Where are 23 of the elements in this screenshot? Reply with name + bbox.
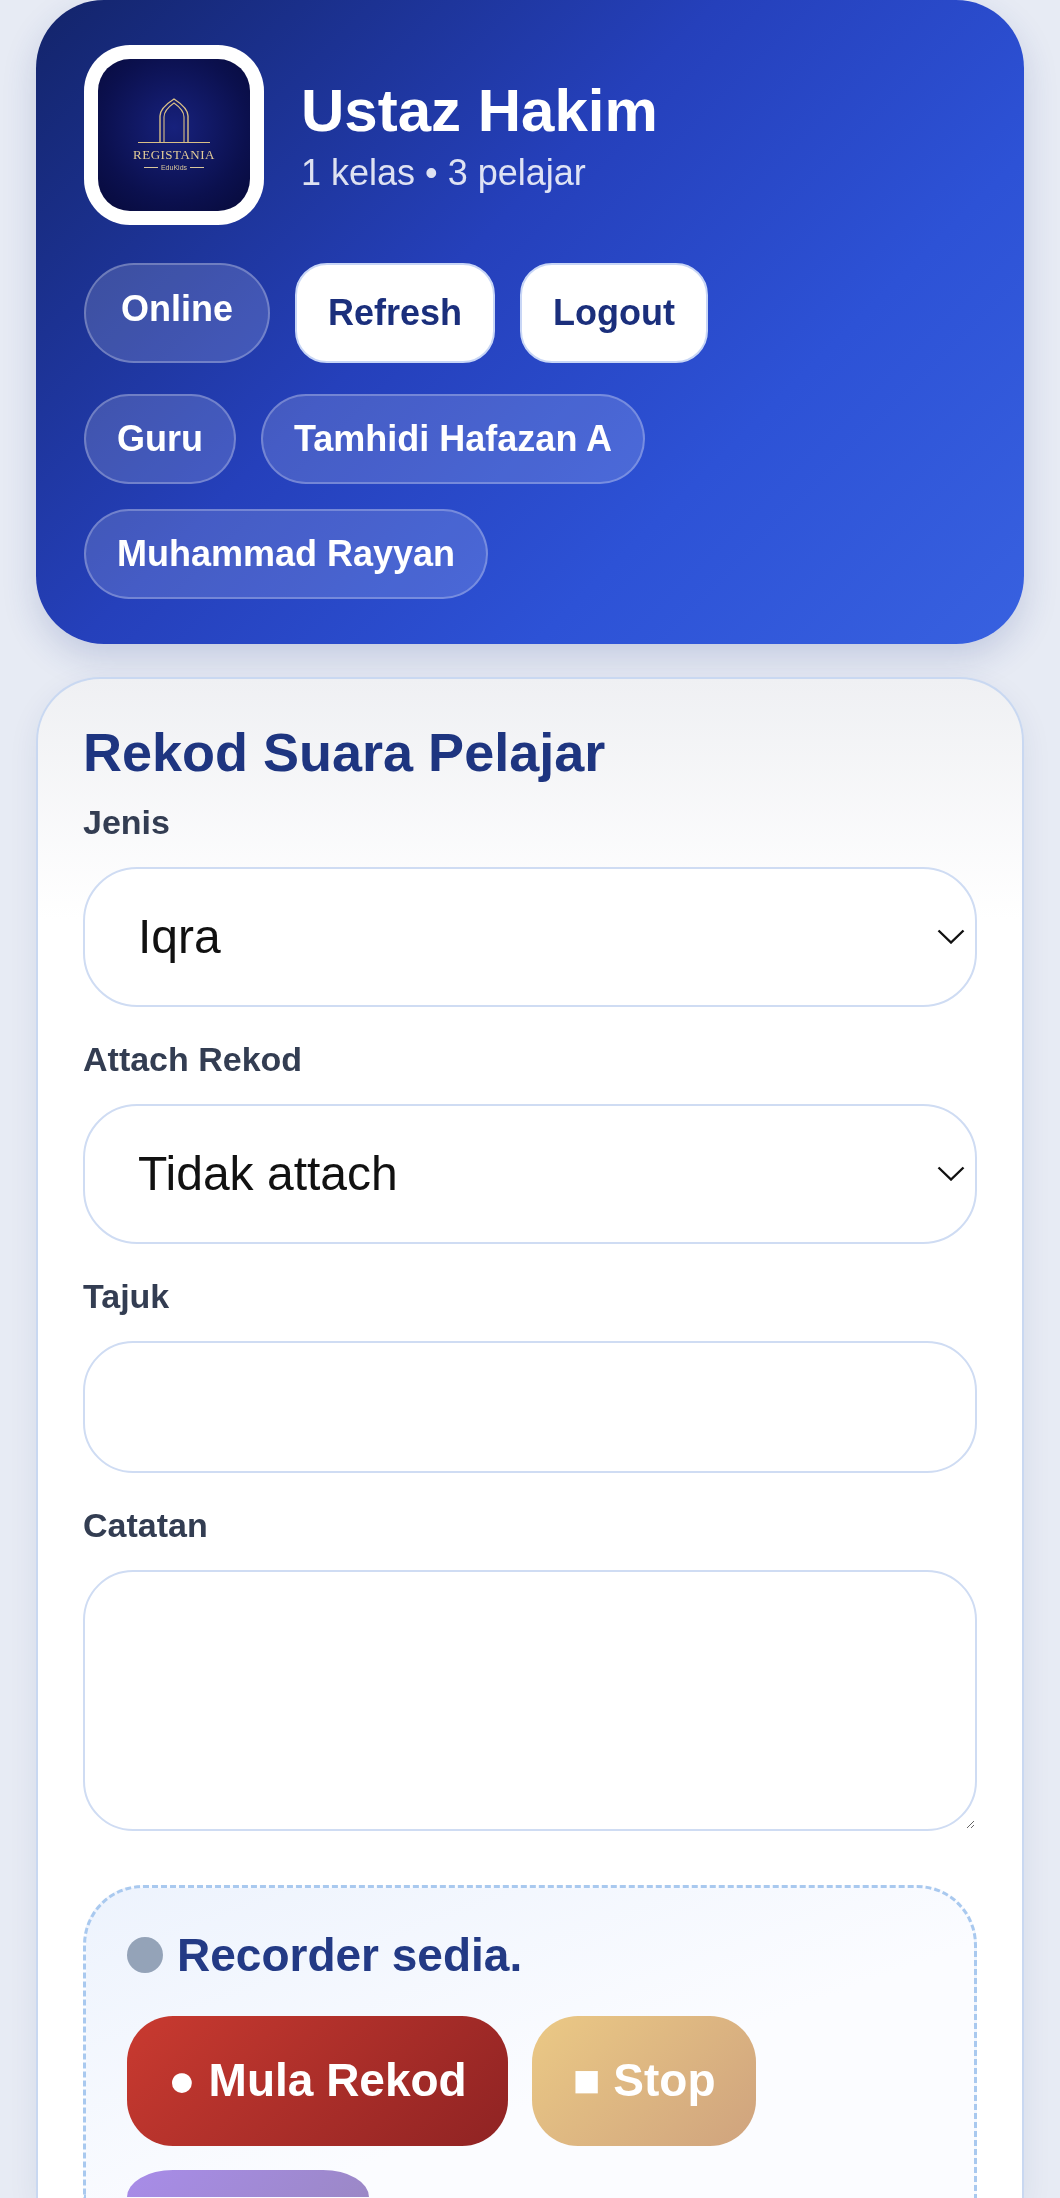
- recorder-status: Recorder sedia.: [177, 1927, 523, 1983]
- record-button[interactable]: ● Mula Rekod: [127, 2015, 508, 2146]
- info-chip: Muhammad Rayyan: [84, 509, 489, 599]
- chevron-down-icon: [937, 1166, 965, 1182]
- brand-name: REGISTANIA: [133, 147, 215, 162]
- status-chip: Online: [84, 263, 270, 363]
- class-summary: 1 kelas • 3 pelajar: [301, 150, 587, 195]
- action-button[interactable]: Refresh: [295, 263, 496, 363]
- form-title: Rekod Suara Pelajar: [83, 721, 607, 784]
- field-label: Tajuk: [83, 1275, 171, 1317]
- field-label: Jenis: [83, 801, 171, 843]
- dropdown[interactable]: Tidak attach: [83, 1103, 977, 1244]
- field-label: Attach Rekod: [83, 1038, 304, 1080]
- action-button[interactable]: Logout: [520, 263, 709, 363]
- field-label: Catatan: [83, 1504, 209, 1546]
- chevron-down-icon: [937, 929, 965, 945]
- dropdown[interactable]: Iqra: [83, 866, 977, 1007]
- teacher-name: Ustaz Hakim: [301, 75, 658, 145]
- info-chip: Tamhidi Hafazan A: [261, 394, 646, 484]
- info-chip: Guru: [84, 394, 236, 484]
- notes-textarea[interactable]: [83, 1569, 977, 1831]
- arch-logo-icon: [138, 98, 210, 144]
- text-input[interactable]: [83, 1340, 977, 1473]
